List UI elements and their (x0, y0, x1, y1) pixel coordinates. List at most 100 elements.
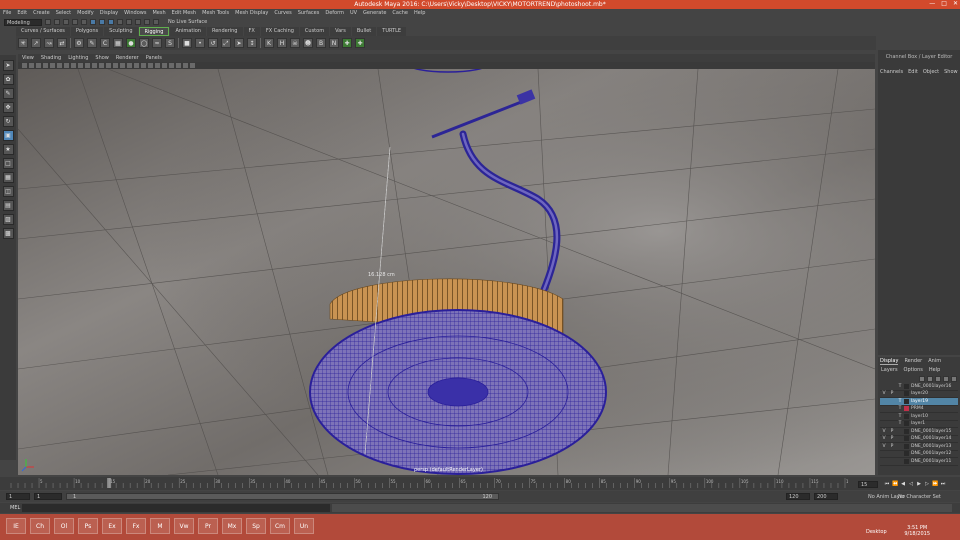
layer-color-swatch[interactable] (904, 428, 909, 434)
shelf-tab-rendering[interactable]: Rendering (206, 27, 243, 36)
wireframe-on-shaded-icon[interactable] (120, 63, 125, 68)
go-to-end-icon[interactable]: ⏭ (940, 481, 946, 487)
custom-rig-icon[interactable]: ✚ (342, 38, 352, 48)
layer-display-type[interactable]: T (896, 406, 904, 411)
menu-mesh-tools[interactable]: Mesh Tools (202, 9, 229, 17)
quick-rig-icon[interactable]: ● (126, 38, 136, 48)
point-constraint-icon[interactable]: • (195, 38, 205, 48)
select-tool-icon[interactable]: ➤ (2, 60, 14, 71)
menu-set-select[interactable]: Modeling (4, 18, 42, 26)
current-time-marker[interactable] (107, 478, 112, 488)
shelf-tab-rigging[interactable]: Rigging (138, 27, 170, 36)
menu-file[interactable]: File (3, 9, 11, 17)
joint-tool-icon[interactable]: ✳ (18, 38, 28, 48)
layer-tab-anim[interactable]: Anim (928, 358, 941, 365)
step-forward-key-icon[interactable]: ⏩ (932, 481, 938, 487)
menu-modify[interactable]: Modify (77, 9, 94, 17)
anti-alias-icon[interactable] (162, 63, 167, 68)
mel-label[interactable]: MEL (10, 505, 20, 511)
taskbar-app-4[interactable]: Ex (102, 518, 122, 534)
taskbar-app-11[interactable]: Cm (270, 518, 290, 534)
smooth-shade-icon[interactable] (106, 63, 111, 68)
taskbar-app-2[interactable]: Ol (54, 518, 74, 534)
perspective-viewport[interactable]: 16.128 cm (18, 69, 875, 475)
step-back-key-icon[interactable]: ⏪ (892, 481, 898, 487)
layer-color-swatch[interactable] (904, 421, 909, 427)
xray-icon[interactable] (176, 63, 181, 68)
layer-row[interactable]: DNE_0001layer11 (880, 458, 958, 466)
command-input[interactable] (22, 504, 330, 512)
paint-select-icon[interactable]: ✎ (2, 88, 14, 99)
layer-playback-toggle[interactable]: P (888, 391, 896, 396)
wireframe-icon[interactable] (99, 63, 104, 68)
character-set-select[interactable]: No Character Set (898, 494, 941, 500)
layer-tab-display[interactable]: Display (880, 358, 899, 365)
lights-icon[interactable] (134, 63, 139, 68)
shadows-icon[interactable] (141, 63, 146, 68)
rotate-tool-icon[interactable]: ↻ (2, 116, 14, 127)
range-bar[interactable]: 1 120 (66, 493, 499, 500)
panel-menu-lighting[interactable]: Lighting (68, 54, 88, 62)
layer-color-swatch[interactable] (904, 383, 909, 389)
safe-action-icon[interactable] (85, 63, 90, 68)
channel-menu-show[interactable]: Show (944, 69, 958, 75)
layer-display-type[interactable]: T (896, 421, 904, 426)
layer-row[interactable]: V P DNE_0001layer13 (880, 443, 958, 451)
layer-tab-render[interactable]: Render (904, 358, 922, 365)
undo-icon[interactable] (72, 19, 78, 25)
layer-row[interactable]: V P DNE_0001layer15 (880, 428, 958, 436)
mirror-joint-icon[interactable]: ⇄ (57, 38, 67, 48)
layer-options-icon[interactable] (951, 376, 957, 382)
shelf-tab-vars[interactable]: Vars (330, 27, 351, 36)
side-layout-icon[interactable]: ◫ (2, 186, 14, 197)
shelf-tab-custom[interactable]: Custom (299, 27, 330, 36)
wrap-icon[interactable]: ◯ (139, 38, 149, 48)
layer-color-swatch[interactable] (904, 391, 909, 397)
move-layer-up-icon[interactable] (919, 376, 925, 382)
channel-menu-object[interactable]: Object (923, 69, 939, 75)
layer-color-swatch[interactable] (904, 436, 909, 442)
layer-visibility-toggle[interactable]: V (880, 444, 888, 449)
save-scene-icon[interactable] (63, 19, 69, 25)
layer-display-type[interactable]: T (896, 399, 904, 404)
layer-color-swatch[interactable] (904, 443, 909, 449)
taskbar-clock[interactable]: 3:51 PM 9/18/2015 (904, 525, 930, 537)
hik-icon[interactable]: H (277, 38, 287, 48)
new-layer-selected-icon[interactable] (943, 376, 949, 382)
menu-uv[interactable]: UV (350, 9, 357, 17)
layer-color-swatch[interactable] (904, 398, 909, 404)
panel-menu-show[interactable]: Show (95, 54, 109, 62)
four-layout-icon[interactable]: ▦ (2, 172, 14, 183)
grid-toggle-icon[interactable] (50, 63, 55, 68)
snap-grid-icon[interactable] (117, 19, 123, 25)
taskbar-app-1[interactable]: Ch (30, 518, 50, 534)
nonlinear-icon[interactable]: N (329, 38, 339, 48)
channel-menu-channels[interactable]: Channels (880, 69, 903, 75)
orient-constraint-icon[interactable]: ↺ (208, 38, 218, 48)
paint-weights-icon[interactable]: ✎ (87, 38, 97, 48)
panel-menu-view[interactable]: View (22, 54, 34, 62)
aim-constraint-icon[interactable]: ➤ (234, 38, 244, 48)
motion-blur-icon[interactable] (155, 63, 160, 68)
sculpt-icon[interactable]: S (165, 38, 175, 48)
camera-select-icon[interactable] (22, 63, 27, 68)
snap-curve-icon[interactable] (126, 19, 132, 25)
gate-mask-icon[interactable] (71, 63, 76, 68)
layer-row[interactable]: T DNE_0001layer16 (880, 383, 958, 391)
menu-select[interactable]: Select (56, 9, 71, 17)
menu-help[interactable]: Help (414, 9, 425, 17)
live-surface-label[interactable]: No Live Surface (168, 19, 207, 25)
set-driven-key-icon[interactable]: K (264, 38, 274, 48)
layer-visibility-toggle[interactable]: V (880, 436, 888, 441)
select-hierarchy-icon[interactable] (90, 19, 96, 25)
layer-visibility-toggle[interactable]: V (880, 429, 888, 434)
isolate-select-icon[interactable] (169, 63, 174, 68)
panel-menu-shading[interactable]: Shading (41, 54, 61, 62)
select-object-icon[interactable] (99, 19, 105, 25)
ambient-occlusion-icon[interactable] (148, 63, 153, 68)
graph-layout-icon[interactable]: ▨ (2, 214, 14, 225)
snap-surface-icon[interactable] (153, 19, 159, 25)
menu-windows[interactable]: Windows (124, 9, 146, 17)
step-back-frame-icon[interactable]: ◀ (900, 481, 906, 487)
bookmark-icon[interactable] (36, 63, 41, 68)
